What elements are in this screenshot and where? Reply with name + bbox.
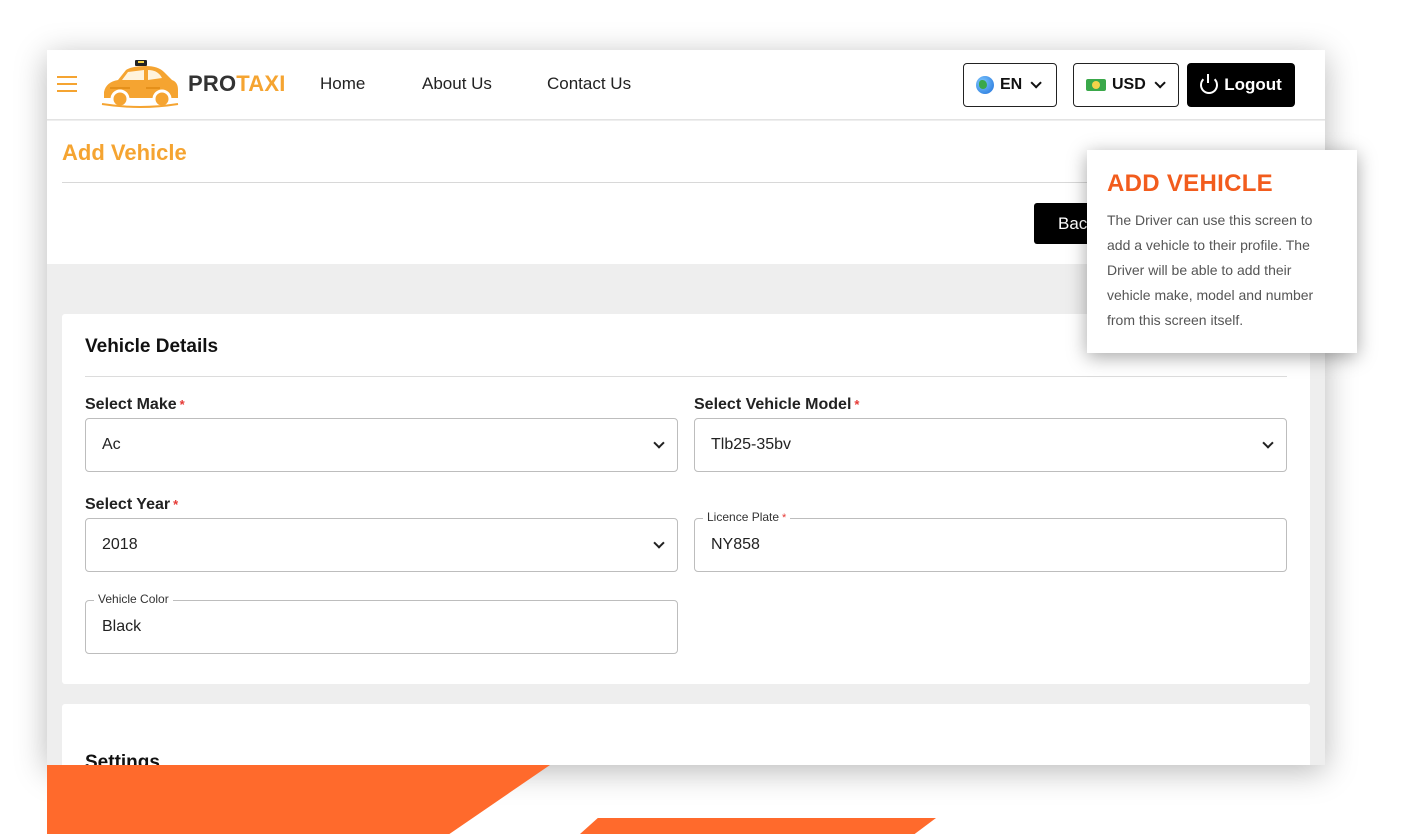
globe-icon — [976, 76, 994, 94]
language-selector[interactable]: EN — [963, 63, 1057, 107]
vehicle-color-label: Vehicle Color — [94, 592, 173, 606]
licence-plate-label-text: Licence Plate — [707, 510, 780, 524]
chevron-down-icon — [1030, 77, 1043, 89]
year-label-text: Select Year — [85, 496, 171, 513]
divider — [85, 376, 1287, 377]
nav-home-link[interactable]: Home — [320, 74, 365, 94]
hamburger-menu-icon[interactable] — [57, 76, 77, 92]
vehicle-details-heading: Vehicle Details — [85, 336, 219, 357]
logout-label: Logout — [1224, 75, 1282, 94]
currency-selector[interactable]: USD — [1073, 63, 1179, 107]
model-select[interactable]: Tlb25-35bv — [694, 418, 1287, 472]
required-marker: * — [782, 512, 787, 524]
brand-pro: PRO — [188, 71, 237, 96]
make-label-text: Select Make — [85, 396, 177, 413]
callout-title: ADD VEHICLE — [1107, 170, 1273, 197]
taxi-logo-icon — [101, 60, 179, 109]
model-label: Select Vehicle Model * — [694, 396, 859, 414]
vehicle-details-card: Vehicle Details Select Make * Ac Select V… — [62, 314, 1310, 684]
currency-label: USD — [1112, 76, 1146, 93]
logout-button[interactable]: Logout — [1187, 63, 1295, 107]
nav-contact-link[interactable]: Contact Us — [547, 74, 631, 94]
vehicle-color-value: Black — [102, 618, 142, 635]
make-label: Select Make * — [85, 396, 185, 414]
model-value: Tlb25-35bv — [711, 436, 792, 453]
nav-about-link[interactable]: About Us — [422, 74, 492, 94]
model-label-text: Select Vehicle Model — [694, 396, 852, 413]
language-label: EN — [1000, 76, 1023, 93]
top-navbar: PROTAXI Home About Us Contact Us EN USD … — [47, 50, 1325, 120]
page-title: Add Vehicle — [62, 140, 187, 165]
brand-name[interactable]: PROTAXI — [188, 71, 286, 97]
settings-card: Settings — [62, 704, 1310, 765]
required-marker: * — [179, 397, 185, 412]
feature-callout: ADD VEHICLE The Driver can use this scre… — [1087, 150, 1357, 353]
year-label: Select Year * — [85, 496, 178, 514]
year-select[interactable]: 2018 — [85, 518, 678, 572]
required-marker: * — [854, 397, 860, 412]
licence-plate-value: NY858 — [711, 536, 760, 553]
licence-plate-label: Licence Plate * — [703, 510, 791, 524]
make-select[interactable]: Ac — [85, 418, 678, 472]
make-value: Ac — [102, 436, 121, 453]
chevron-down-icon — [653, 537, 665, 549]
year-value: 2018 — [102, 536, 138, 553]
banknote-icon — [1086, 79, 1106, 91]
orange-decor-stripe — [580, 818, 936, 834]
brand-taxi: TAXI — [236, 71, 286, 96]
chevron-down-icon — [653, 437, 665, 449]
vehicle-color-field[interactable]: Vehicle Color Black — [85, 592, 678, 654]
chevron-down-icon — [1262, 437, 1274, 449]
power-icon — [1200, 74, 1219, 94]
required-marker: * — [173, 497, 179, 512]
callout-description: The Driver can use this screen to add a … — [1107, 212, 1314, 328]
licence-plate-field[interactable]: Licence Plate * NY858 — [694, 510, 1287, 572]
stage: PROTAXI Home About Us Contact Us EN USD … — [0, 0, 1409, 834]
chevron-down-icon — [1154, 77, 1166, 89]
orange-decor-shape — [47, 765, 550, 834]
settings-heading: Settings — [85, 752, 160, 765]
